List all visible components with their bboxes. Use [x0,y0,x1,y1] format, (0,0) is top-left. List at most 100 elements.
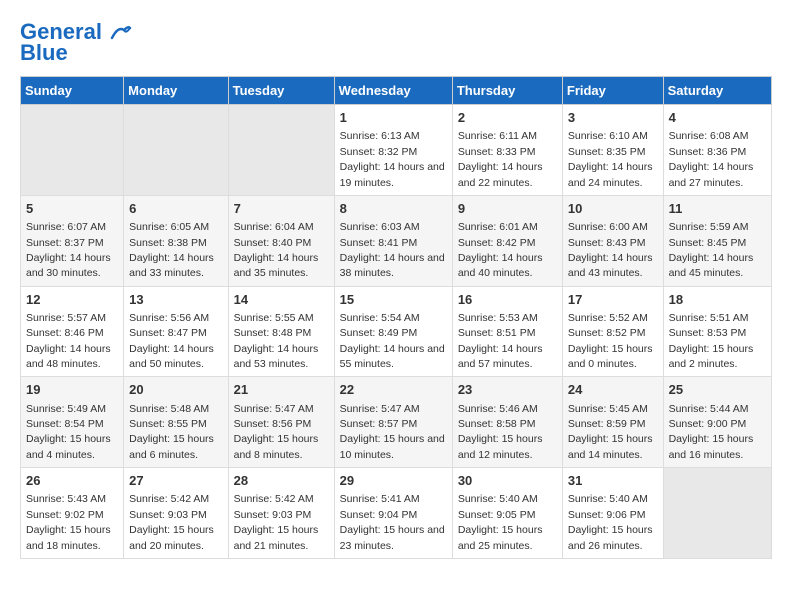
calendar-header: SundayMondayTuesdayWednesdayThursdayFrid… [21,77,772,105]
day-cell: 22 Sunrise: 5:47 AMSunset: 8:57 PMDayligh… [334,377,452,468]
day-number: 7 [234,200,329,218]
weekday-header-monday: Monday [124,77,228,105]
day-info: Sunrise: 5:45 AMSunset: 8:59 PMDaylight:… [568,403,653,461]
day-info: Sunrise: 6:00 AMSunset: 8:43 PMDaylight:… [568,221,653,279]
day-info: Sunrise: 5:42 AMSunset: 9:03 PMDaylight:… [234,493,319,551]
day-info: Sunrise: 6:01 AMSunset: 8:42 PMDaylight:… [458,221,543,279]
week-row-5: 26Sunrise: 5:43 AMSunset: 9:02 PMDayligh… [21,468,772,559]
calendar-table: SundayMondayTuesdayWednesdayThursdayFrid… [20,76,772,559]
day-number: 15 [340,291,447,309]
day-cell: 18Sunrise: 5:51 AMSunset: 8:53 PMDayligh… [663,286,771,377]
day-number: 6 [129,200,222,218]
day-cell: 14 Sunrise: 5:55 AMSunset: 8:48 PMDayligh… [228,286,334,377]
day-number: 11 [669,200,766,218]
day-info: Sunrise: 5:44 AMSunset: 9:00 PMDaylight:… [669,403,754,461]
day-cell: 12 Sunrise: 5:57 AMSunset: 8:46 PMDayligh… [21,286,124,377]
day-info: Sunrise: 5:56 AMSunset: 8:47 PMDaylight:… [129,312,214,370]
day-info: Sunrise: 5:48 AMSunset: 8:55 PMDaylight:… [129,403,214,461]
day-number: 31 [568,472,658,490]
day-cell: 13 Sunrise: 5:56 AMSunset: 8:47 PMDayligh… [124,286,228,377]
day-cell: 7 Sunrise: 6:04 AMSunset: 8:40 PMDaylight… [228,195,334,286]
week-row-3: 12 Sunrise: 5:57 AMSunset: 8:46 PMDayligh… [21,286,772,377]
day-cell [663,468,771,559]
day-cell: 23 Sunrise: 5:46 AMSunset: 8:58 PMDayligh… [452,377,562,468]
day-cell: 17 Sunrise: 5:52 AMSunset: 8:52 PMDayligh… [562,286,663,377]
day-number: 23 [458,381,557,399]
day-number: 30 [458,472,557,490]
day-info: Sunrise: 5:52 AMSunset: 8:52 PMDaylight:… [568,312,653,370]
day-cell: 2 Sunrise: 6:11 AMSunset: 8:33 PMDaylight… [452,105,562,196]
day-info: Sunrise: 6:05 AMSunset: 8:38 PMDaylight:… [129,221,214,279]
day-info: Sunrise: 6:13 AMSunset: 8:32 PMDaylight:… [340,130,445,188]
day-info: Sunrise: 5:57 AMSunset: 8:46 PMDaylight:… [26,312,111,370]
day-info: Sunrise: 5:40 AMSunset: 9:06 PMDaylight:… [568,493,653,551]
day-number: 12 [26,291,118,309]
weekday-header-saturday: Saturday [663,77,771,105]
day-info: Sunrise: 5:54 AMSunset: 8:49 PMDaylight:… [340,312,445,370]
day-number: 20 [129,381,222,399]
day-cell: 29Sunrise: 5:41 AMSunset: 9:04 PMDayligh… [334,468,452,559]
day-cell: 20 Sunrise: 5:48 AMSunset: 8:55 PMDayligh… [124,377,228,468]
day-number: 28 [234,472,329,490]
day-info: Sunrise: 5:47 AMSunset: 8:57 PMDaylight:… [340,403,445,461]
day-cell: 28 Sunrise: 5:42 AMSunset: 9:03 PMDayligh… [228,468,334,559]
week-row-1: 1 Sunrise: 6:13 AMSunset: 8:32 PMDaylight… [21,105,772,196]
day-info: Sunrise: 5:51 AMSunset: 8:53 PMDaylight:… [669,312,754,370]
day-number: 22 [340,381,447,399]
day-cell: 10Sunrise: 6:00 AMSunset: 8:43 PMDayligh… [562,195,663,286]
day-cell: 24 Sunrise: 5:45 AMSunset: 8:59 PMDayligh… [562,377,663,468]
day-cell: 27Sunrise: 5:42 AMSunset: 9:03 PMDayligh… [124,468,228,559]
day-number: 5 [26,200,118,218]
day-cell: 30 Sunrise: 5:40 AMSunset: 9:05 PMDayligh… [452,468,562,559]
page-header: General Blue [20,20,772,66]
day-cell: 4 Sunrise: 6:08 AMSunset: 8:36 PMDaylight… [663,105,771,196]
day-cell: 26Sunrise: 5:43 AMSunset: 9:02 PMDayligh… [21,468,124,559]
day-info: Sunrise: 5:53 AMSunset: 8:51 PMDaylight:… [458,312,543,370]
day-info: Sunrise: 5:46 AMSunset: 8:58 PMDaylight:… [458,403,543,461]
day-cell: 8Sunrise: 6:03 AMSunset: 8:41 PMDaylight… [334,195,452,286]
day-info: Sunrise: 6:10 AMSunset: 8:35 PMDaylight:… [568,130,653,188]
day-info: Sunrise: 5:49 AMSunset: 8:54 PMDaylight:… [26,403,111,461]
day-info: Sunrise: 5:42 AMSunset: 9:03 PMDaylight:… [129,493,214,551]
weekday-header-sunday: Sunday [21,77,124,105]
day-number: 3 [568,109,658,127]
day-cell: 16 Sunrise: 5:53 AMSunset: 8:51 PMDayligh… [452,286,562,377]
day-number: 2 [458,109,557,127]
day-number: 4 [669,109,766,127]
day-number: 9 [458,200,557,218]
day-info: Sunrise: 5:55 AMSunset: 8:48 PMDaylight:… [234,312,319,370]
weekday-header-thursday: Thursday [452,77,562,105]
day-number: 13 [129,291,222,309]
day-info: Sunrise: 6:04 AMSunset: 8:40 PMDaylight:… [234,221,319,279]
weekday-header-wednesday: Wednesday [334,77,452,105]
day-cell: 19 Sunrise: 5:49 AMSunset: 8:54 PMDayligh… [21,377,124,468]
logo-blue: Blue [20,40,68,66]
day-cell: 1 Sunrise: 6:13 AMSunset: 8:32 PMDaylight… [334,105,452,196]
day-info: Sunrise: 6:03 AMSunset: 8:41 PMDaylight:… [340,221,445,279]
day-number: 1 [340,109,447,127]
day-info: Sunrise: 6:11 AMSunset: 8:33 PMDaylight:… [458,130,543,188]
day-cell: 5Sunrise: 6:07 AMSunset: 8:37 PMDaylight… [21,195,124,286]
logo: General Blue [20,20,132,66]
day-cell [124,105,228,196]
day-info: Sunrise: 5:43 AMSunset: 9:02 PMDaylight:… [26,493,111,551]
day-cell: 31 Sunrise: 5:40 AMSunset: 9:06 PMDayligh… [562,468,663,559]
day-number: 16 [458,291,557,309]
weekday-header-tuesday: Tuesday [228,77,334,105]
day-info: Sunrise: 5:47 AMSunset: 8:56 PMDaylight:… [234,403,319,461]
day-info: Sunrise: 5:40 AMSunset: 9:05 PMDaylight:… [458,493,543,551]
day-cell: 11 Sunrise: 5:59 AMSunset: 8:45 PMDayligh… [663,195,771,286]
calendar-body: 1 Sunrise: 6:13 AMSunset: 8:32 PMDaylight… [21,105,772,559]
day-number: 17 [568,291,658,309]
day-cell: 6 Sunrise: 6:05 AMSunset: 8:38 PMDaylight… [124,195,228,286]
day-number: 24 [568,381,658,399]
day-number: 21 [234,381,329,399]
day-cell: 9 Sunrise: 6:01 AMSunset: 8:42 PMDaylight… [452,195,562,286]
day-cell [21,105,124,196]
day-info: Sunrise: 5:59 AMSunset: 8:45 PMDaylight:… [669,221,754,279]
day-number: 29 [340,472,447,490]
weekday-header-friday: Friday [562,77,663,105]
day-number: 19 [26,381,118,399]
day-number: 14 [234,291,329,309]
day-info: Sunrise: 6:08 AMSunset: 8:36 PMDaylight:… [669,130,754,188]
